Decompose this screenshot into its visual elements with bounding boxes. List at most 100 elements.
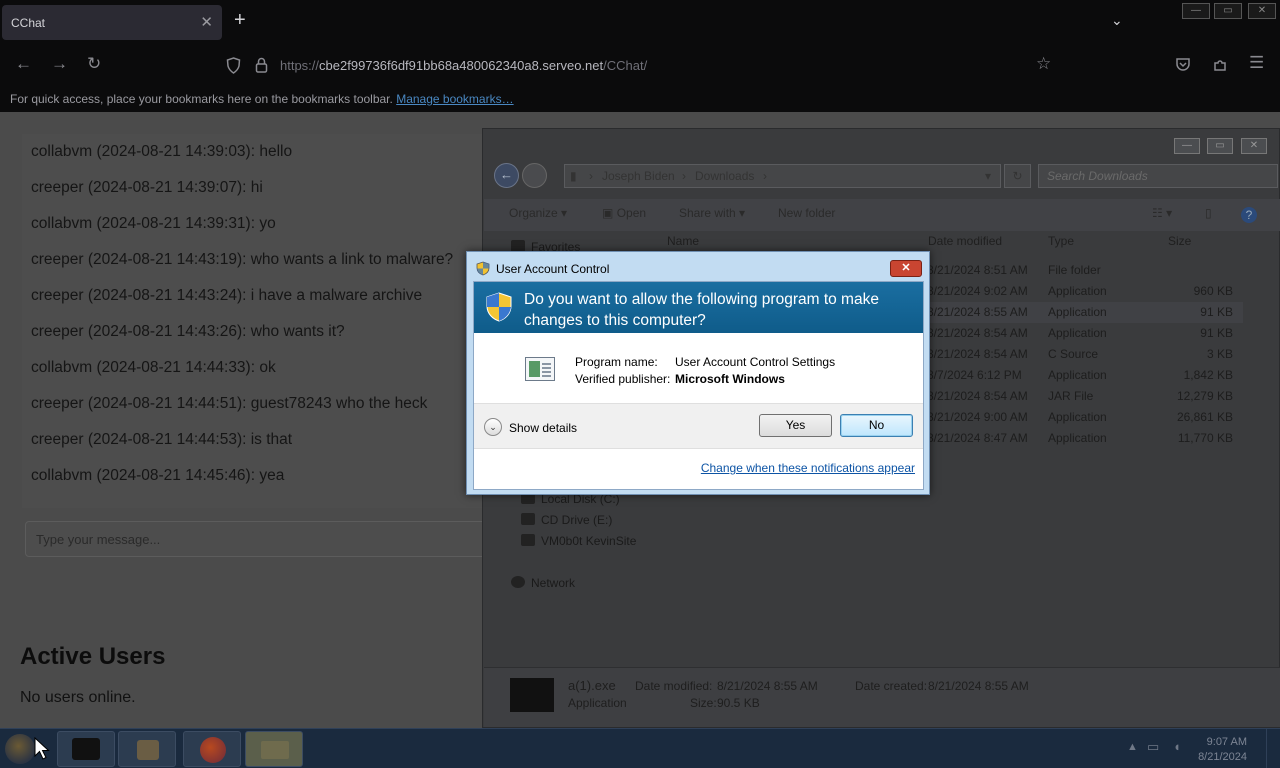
address-bar[interactable]: https://cbe2f99736f6df91bb68a480062340a8…	[218, 49, 1068, 81]
taskbar-app-media-player[interactable]	[118, 731, 176, 767]
program-name-label: Program name:	[575, 355, 658, 369]
network-share-icon	[521, 534, 535, 546]
path-separator-icon: ›	[682, 169, 686, 183]
reload-icon[interactable]: ↻	[87, 54, 101, 74]
file-type: Application	[1048, 284, 1107, 298]
window-maximize-button[interactable]: ▭	[1214, 3, 1242, 19]
firefox-icon	[200, 737, 226, 763]
taskbar-app-library[interactable]	[245, 731, 303, 767]
file-size: 91 KB	[1200, 305, 1233, 319]
new-folder-button[interactable]: New folder	[778, 206, 835, 220]
back-arrow-icon[interactable]: ←	[494, 163, 519, 188]
window-minimize-button[interactable]: —	[1182, 3, 1210, 19]
tab-title: CChat	[11, 16, 46, 30]
menu-icon[interactable]: ☰	[1249, 53, 1264, 73]
window-close-button[interactable]: ✕	[1248, 3, 1276, 19]
message-input[interactable]: Type your message...	[25, 521, 495, 557]
preview-pane-icon[interactable]: ▯	[1205, 206, 1212, 220]
breadcrumb-downloads[interactable]: Downloads	[695, 169, 754, 183]
volume-tray-icon[interactable]: ◖	[1173, 739, 1181, 754]
file-type: Application	[1048, 326, 1107, 340]
browser-nav-bar: ← → ↻ https://cbe2f99736f6df91bb68a48006…	[0, 44, 1280, 86]
breadcrumb-user[interactable]: Joseph Biden	[602, 169, 675, 183]
network-tray-icon[interactable]: ▭	[1147, 739, 1159, 755]
sidebar-network-label: Network	[531, 576, 576, 590]
file-date: 8/21/2024 8:55 AM	[927, 305, 1028, 319]
url-path: /CChat/	[603, 58, 648, 73]
open-button[interactable]: ▣ Open	[602, 206, 646, 220]
chevron-down-icon[interactable]: ⌄	[484, 418, 502, 436]
explorer-nav: ← ▮ › Joseph Biden › Downloads › ▾ ↻ Sea…	[491, 161, 1278, 191]
library-icon	[261, 741, 289, 759]
yes-button[interactable]: Yes	[759, 414, 832, 437]
details-pane: a(1).exe Application Date modified: 8/21…	[484, 667, 1280, 727]
sidebar-network-share[interactable]: VM0b0t KevinSite	[521, 534, 636, 548]
clock-time: 9:07 AM	[1206, 736, 1247, 748]
file-size: 1,842 KB	[1183, 368, 1233, 382]
lock-icon[interactable]	[255, 57, 268, 73]
extensions-icon[interactable]	[1212, 56, 1228, 72]
shield-icon[interactable]	[226, 57, 241, 74]
share-with-label: Share with	[679, 206, 736, 220]
program-name-value: User Account Control Settings	[675, 355, 836, 369]
tab-close-icon[interactable]: ✕	[200, 13, 213, 31]
forward-arrow-icon[interactable]	[522, 163, 547, 188]
details-file-type: Application	[568, 696, 627, 710]
taskbar-app-explorer[interactable]	[57, 731, 115, 767]
refresh-icon[interactable]: ↻	[1004, 164, 1031, 188]
bookmark-star-icon[interactable]: ☆	[1036, 54, 1051, 74]
taskbar-app-firefox[interactable]	[183, 731, 241, 767]
explorer-minimize-button[interactable]: —	[1174, 138, 1200, 154]
file-list-header: Name Date modified Type Size	[663, 233, 1271, 253]
browser-tab[interactable]: CChat ✕	[2, 5, 222, 40]
program-icon	[525, 357, 555, 381]
file-date: 8/21/2024 9:00 AM	[927, 410, 1028, 424]
explorer-app-icon	[72, 738, 100, 760]
bookmarks-hint-text: For quick access, place your bookmarks h…	[10, 92, 393, 106]
show-hidden-icons-icon[interactable]: ▲	[1127, 741, 1138, 753]
chat-message: creeper (2024-08-21 14:43:24): i have a …	[31, 287, 423, 304]
change-notifications-link[interactable]: Change when these notifications appear	[701, 461, 915, 475]
view-options-icon[interactable]: ☷ ▾	[1152, 206, 1172, 220]
sidebar-cd-drive-label: CD Drive (E:)	[541, 513, 613, 527]
file-type: Application	[1048, 431, 1107, 445]
details-size-value: 90.5 KB	[717, 696, 760, 710]
pocket-icon[interactable]	[1175, 57, 1191, 72]
forward-icon[interactable]: →	[51, 54, 68, 74]
start-button[interactable]	[5, 734, 35, 764]
sidebar-network[interactable]: Network	[511, 576, 575, 590]
uac-shield-icon	[486, 292, 512, 322]
new-tab-button[interactable]: +	[234, 9, 246, 32]
chat-message: creeper (2024-08-21 14:43:26): who wants…	[31, 323, 345, 340]
column-date[interactable]: Date modified	[928, 234, 1002, 248]
back-icon[interactable]: ←	[15, 54, 32, 74]
explorer-address-bar[interactable]: ▮ › Joseph Biden › Downloads › ▾	[564, 164, 1001, 188]
bookmarks-toolbar: For quick access, place your bookmarks h…	[0, 86, 1280, 112]
file-size: 960 KB	[1193, 284, 1233, 298]
file-type: File folder	[1048, 263, 1101, 277]
explorer-search-input[interactable]: Search Downloads	[1038, 164, 1278, 188]
details-modified-label: Date modified:	[635, 679, 713, 693]
media-player-icon	[137, 740, 159, 760]
network-icon	[511, 576, 525, 588]
clock[interactable]: 9:07 AM 8/21/2024	[1198, 735, 1247, 765]
manage-bookmarks-link[interactable]: Manage bookmarks…	[396, 92, 513, 106]
show-desktop-button[interactable]	[1266, 729, 1280, 768]
sidebar-cd-drive[interactable]: CD Drive (E:)	[521, 513, 612, 527]
share-with-button[interactable]: Share with ▾	[679, 206, 745, 220]
clock-date: 8/21/2024	[1198, 751, 1247, 763]
publisher-label: Verified publisher:	[575, 372, 671, 386]
column-type[interactable]: Type	[1048, 234, 1074, 248]
explorer-close-button[interactable]: ✕	[1241, 138, 1267, 154]
explorer-maximize-button[interactable]: ▭	[1207, 138, 1233, 154]
no-button[interactable]: No	[840, 414, 913, 437]
column-size[interactable]: Size	[1168, 234, 1191, 248]
uac-close-button[interactable]: ✕	[890, 260, 922, 277]
file-date: 8/21/2024 8:54 AM	[927, 389, 1028, 403]
show-details-button[interactable]: Show details	[509, 421, 577, 435]
column-name[interactable]: Name	[667, 234, 699, 248]
list-tabs-icon[interactable]: ⌄	[1111, 12, 1123, 29]
dropdown-icon[interactable]: ▾	[985, 169, 991, 183]
organize-button[interactable]: Organize ▾	[509, 206, 567, 220]
help-icon[interactable]: ?	[1241, 207, 1257, 223]
